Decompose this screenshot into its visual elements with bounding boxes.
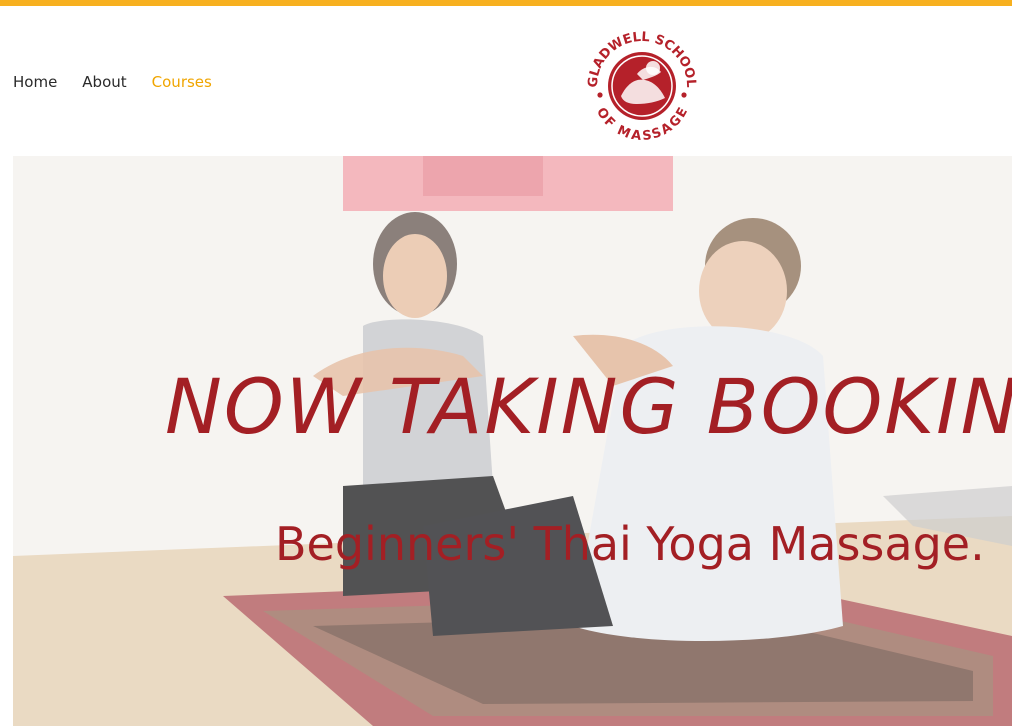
hero-banner: NOW TAKING BOOKING Beginners' Thai Yoga …: [13, 156, 1012, 726]
site-header: Home About Courses GLADWELL SCHOOL OF MA…: [0, 6, 1012, 156]
logo-emblem: GLADWELL SCHOOL OF MASSAGE: [586, 30, 698, 144]
nav-about-link[interactable]: About: [82, 72, 126, 92]
main-nav: Home About Courses: [13, 72, 237, 92]
nav-courses-link[interactable]: Courses: [152, 72, 212, 92]
hero-title: NOW TAKING BOOKING: [165, 362, 1012, 451]
school-logo[interactable]: GLADWELL SCHOOL OF MASSAGE: [583, 24, 701, 148]
nav-home-link[interactable]: Home: [13, 72, 57, 92]
hero-subtitle: Beginners' Thai Yoga Massage.: [275, 517, 985, 571]
